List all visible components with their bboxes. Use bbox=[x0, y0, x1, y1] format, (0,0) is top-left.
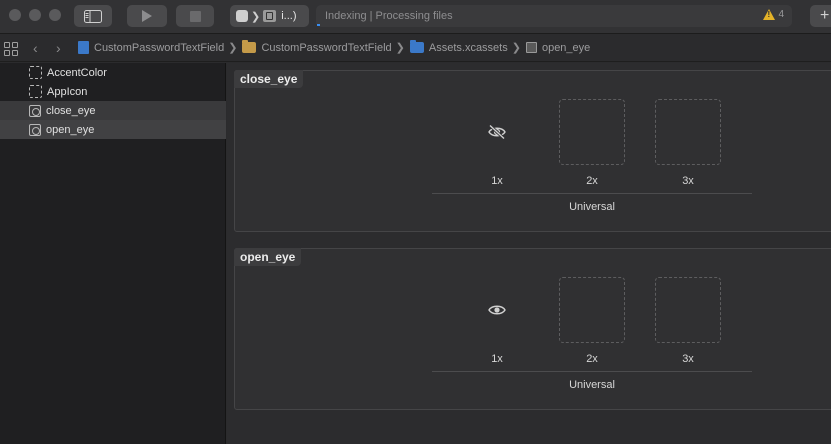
window-toolbar: ❯ i...) Indexing | Processing files 4 + bbox=[0, 0, 831, 34]
run-button[interactable] bbox=[127, 5, 167, 27]
sidebar-item-open-eye[interactable]: open_eye bbox=[0, 120, 226, 139]
breadcrumb-separator-icon: ❯ bbox=[228, 42, 238, 54]
related-items-icon[interactable] bbox=[4, 42, 18, 56]
image-set-icon bbox=[29, 104, 41, 117]
image-slot-3x[interactable] bbox=[655, 277, 721, 343]
library-add-button[interactable]: + bbox=[810, 5, 831, 27]
sidebar-item-appicon[interactable]: AppIcon bbox=[0, 82, 226, 101]
scheme-chevron-icon: ❯ bbox=[251, 10, 261, 23]
folder-icon bbox=[242, 40, 257, 53]
asset-editor: close_eye 1x 2x 3x Universal open_eye 1x… bbox=[227, 63, 831, 444]
image-set-icon bbox=[525, 42, 537, 53]
back-arrow-icon[interactable]: ‹ bbox=[33, 41, 38, 55]
warning-icon bbox=[763, 9, 776, 20]
breadcrumb: CustomPasswordTextField ❯ CustomPassword… bbox=[78, 40, 591, 54]
image-set-close-eye[interactable]: close_eye 1x 2x 3x Universal bbox=[234, 70, 831, 232]
breadcrumb-separator-icon: ❯ bbox=[395, 42, 405, 54]
image-set-open-eye[interactable]: open_eye 1x 2x 3x Universal bbox=[234, 248, 831, 410]
image-slot-1x[interactable] bbox=[464, 99, 530, 165]
scale-label-1x: 1x bbox=[491, 175, 503, 187]
sidebar-item-label: AccentColor bbox=[47, 66, 107, 79]
group-label-universal: Universal bbox=[569, 379, 615, 391]
warnings-indicator[interactable]: 4 bbox=[763, 9, 784, 20]
scale-label-3x: 3x bbox=[682, 353, 694, 365]
breadcrumb-assets-label: Assets.xcassets bbox=[428, 41, 508, 54]
scale-label-1x: 1x bbox=[491, 353, 503, 365]
asset-catalog-icon bbox=[409, 40, 424, 53]
image-slot-2x[interactable] bbox=[559, 99, 625, 165]
project-icon bbox=[78, 41, 89, 54]
breadcrumb-separator-icon: ❯ bbox=[511, 42, 521, 54]
image-slot-2x[interactable] bbox=[559, 277, 625, 343]
stop-icon bbox=[189, 10, 201, 22]
sidebar-item-close-eye[interactable]: close_eye bbox=[0, 101, 226, 120]
app-target-icon bbox=[263, 10, 277, 22]
minimize-window-button[interactable] bbox=[29, 9, 41, 21]
image-slot-3x[interactable] bbox=[655, 99, 721, 165]
sidebar-item-label: close_eye bbox=[46, 104, 96, 117]
scheme-selector[interactable]: ❯ i...) bbox=[230, 5, 309, 27]
sidebar-icon bbox=[84, 9, 102, 23]
jump-bar: ‹ › CustomPasswordTextField ❯ CustomPass… bbox=[0, 35, 831, 62]
forward-arrow-icon[interactable]: › bbox=[56, 41, 61, 55]
eye-icon bbox=[488, 305, 506, 315]
sidebar-item-label: open_eye bbox=[46, 123, 95, 136]
group-divider bbox=[432, 371, 752, 372]
scale-label-2x: 2x bbox=[586, 175, 598, 187]
sidebar-item-accentcolor[interactable]: AccentColor bbox=[0, 63, 226, 82]
breadcrumb-group[interactable]: CustomPasswordTextField bbox=[242, 40, 392, 54]
breadcrumb-assets[interactable]: Assets.xcassets bbox=[409, 40, 508, 54]
activity-viewer[interactable]: Indexing | Processing files 4 bbox=[316, 5, 792, 27]
scale-label-2x: 2x bbox=[586, 353, 598, 365]
zoom-window-button[interactable] bbox=[49, 9, 61, 21]
asset-sidebar: AccentColor AppIcon close_eye open_eye bbox=[0, 63, 226, 444]
app-icon-set-icon bbox=[29, 85, 42, 98]
breadcrumb-image-set[interactable]: open_eye bbox=[525, 41, 591, 54]
breadcrumb-project-label: CustomPasswordTextField bbox=[94, 41, 225, 54]
breadcrumb-image-set-label: open_eye bbox=[541, 41, 591, 54]
color-set-icon bbox=[29, 66, 42, 79]
scheme-icon bbox=[236, 10, 248, 22]
image-set-title: open_eye bbox=[234, 248, 302, 266]
breadcrumb-project[interactable]: CustomPasswordTextField bbox=[78, 41, 224, 54]
warning-count: 4 bbox=[778, 9, 784, 20]
group-label-universal: Universal bbox=[569, 201, 615, 213]
play-icon bbox=[142, 10, 152, 22]
activity-progress-bar bbox=[317, 24, 320, 26]
close-window-button[interactable] bbox=[9, 9, 21, 21]
navigator-toggle-button[interactable] bbox=[74, 5, 112, 27]
image-set-icon bbox=[29, 123, 41, 136]
group-divider bbox=[432, 193, 752, 194]
run-destination[interactable]: i...) bbox=[281, 10, 296, 22]
breadcrumb-group-label: CustomPasswordTextField bbox=[261, 41, 392, 54]
eye-slash-icon bbox=[488, 124, 506, 140]
activity-status-text: Indexing | Processing files bbox=[325, 10, 453, 22]
image-slot-1x[interactable] bbox=[464, 277, 530, 343]
scale-label-3x: 3x bbox=[682, 175, 694, 187]
stop-button[interactable] bbox=[176, 5, 214, 27]
sidebar-item-label: AppIcon bbox=[47, 85, 88, 98]
image-set-title: close_eye bbox=[234, 70, 304, 88]
